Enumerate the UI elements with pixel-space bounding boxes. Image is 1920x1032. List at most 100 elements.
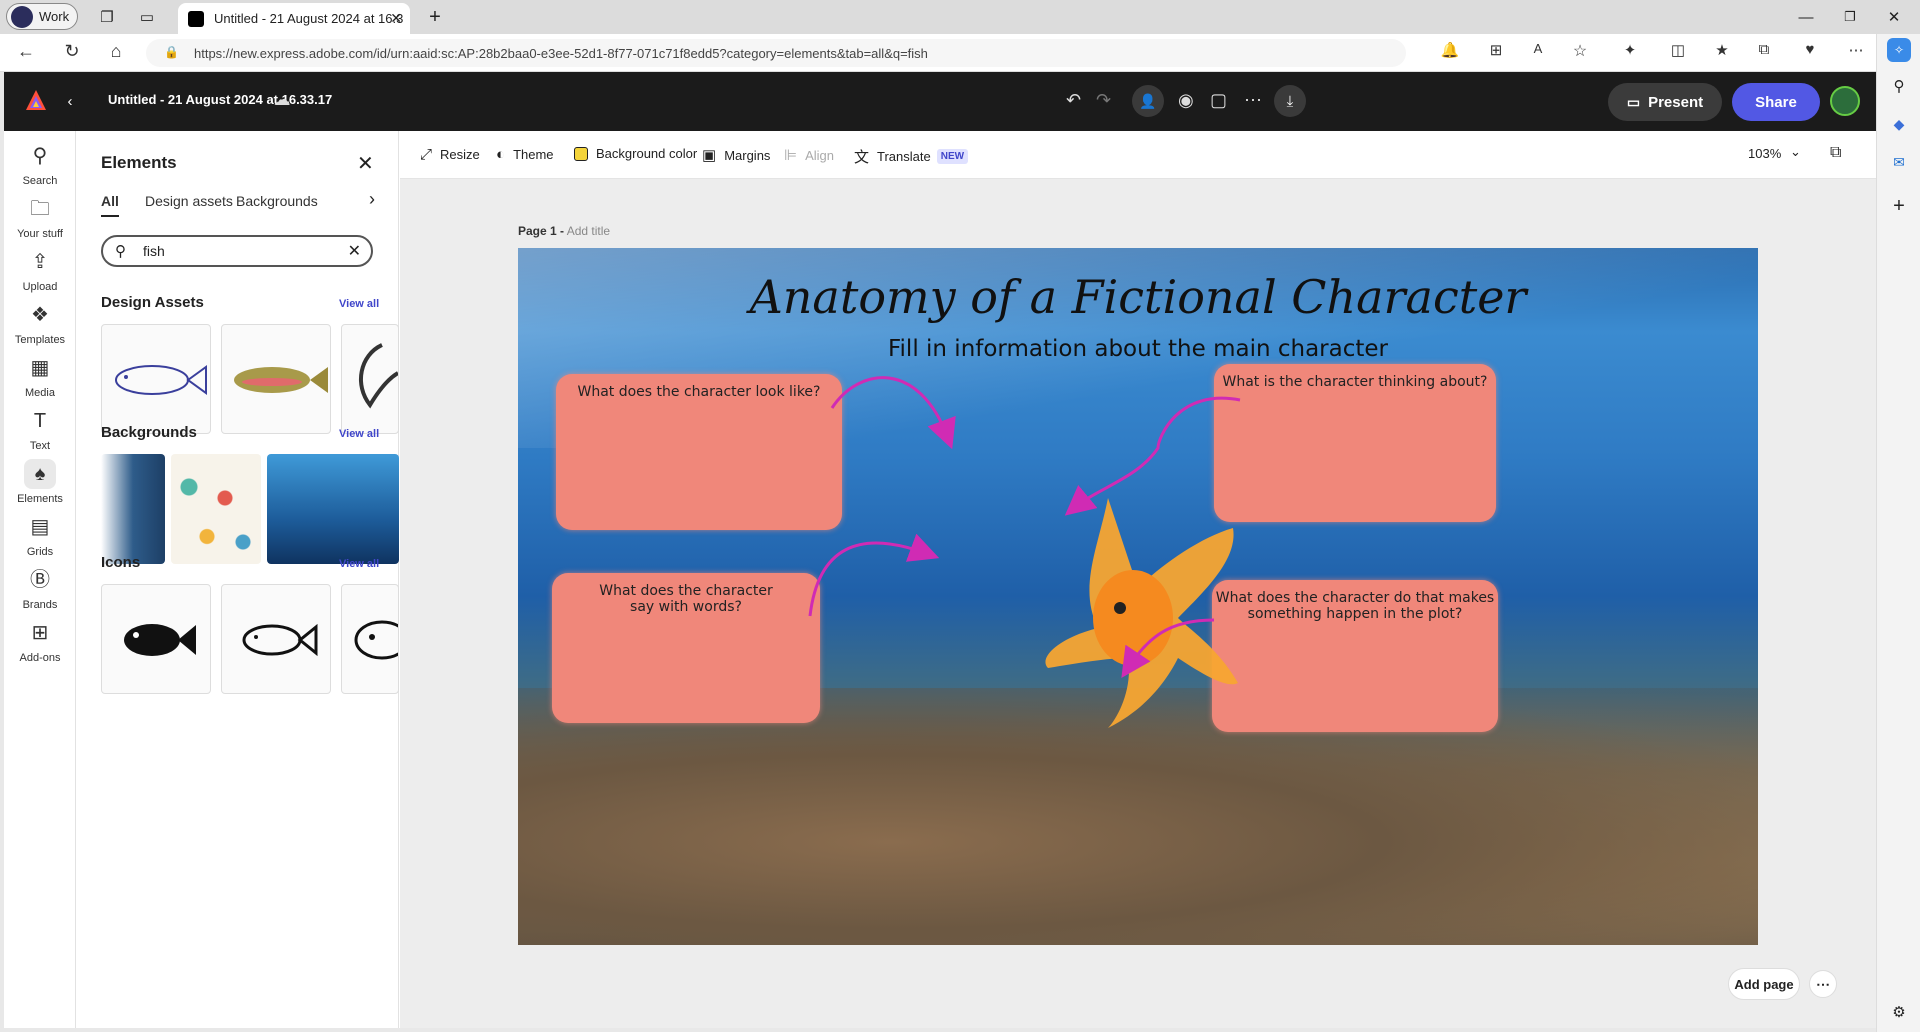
question-box-thinking[interactable]: What is the character thinking about?: [1214, 364, 1496, 522]
page-more-options-icon[interactable]: ⋯: [1809, 970, 1837, 998]
nav-item-grids[interactable]: ▤ Grids: [4, 512, 76, 558]
sidebar-search-icon[interactable]: ⚲: [1887, 74, 1911, 98]
sidebar-app-icon[interactable]: ◆: [1887, 112, 1911, 136]
layers-icon[interactable]: ⧉: [1830, 144, 1841, 162]
present-button[interactable]: ▭ Present: [1608, 83, 1722, 121]
user-avatar[interactable]: [1830, 86, 1860, 116]
tab-all[interactable]: All: [101, 193, 119, 217]
translate-icon: 文: [854, 149, 870, 166]
favorite-star-icon[interactable]: ☆: [1568, 41, 1592, 61]
icons-view-all-link[interactable]: View all: [339, 558, 379, 570]
nav-item-add-ons[interactable]: ⊞ Add-ons: [4, 618, 76, 664]
adobe-express-logo[interactable]: [22, 85, 50, 115]
notifications-icon[interactable]: 🔔: [1438, 41, 1462, 59]
comments-icon[interactable]: ▢: [1210, 90, 1227, 111]
back-icon[interactable]: ←: [14, 41, 38, 62]
design-asset-leaping-fish[interactable]: [341, 324, 399, 434]
close-window-icon[interactable]: ✕: [1884, 6, 1904, 28]
artboard-title[interactable]: Anatomy of a Fictional Character: [518, 270, 1758, 324]
question-box-plot[interactable]: What does the character do that makes so…: [1212, 580, 1498, 732]
outlook-icon[interactable]: ✉: [1887, 150, 1911, 174]
new-tab-icon[interactable]: +: [424, 6, 446, 28]
tabs-next-chevron-icon[interactable]: ›: [369, 189, 375, 210]
browser-essentials-icon[interactable]: ♥: [1798, 41, 1822, 58]
fish-solid-icon[interactable]: [101, 584, 211, 694]
copilot-icon[interactable]: ✧: [1887, 38, 1911, 62]
nav-item-label: Elements: [17, 493, 63, 505]
translate-button[interactable]: 文 Translate NEW: [854, 146, 969, 167]
app-available-icon[interactable]: ⊞: [1484, 41, 1508, 59]
undo-icon[interactable]: ↶: [1066, 90, 1081, 111]
page-label: Page 1 - Add title: [518, 224, 610, 238]
nav-item-text[interactable]: T Text: [4, 406, 76, 452]
goldfish-image[interactable]: [1038, 488, 1248, 728]
tab-actions-icon[interactable]: ▭: [136, 6, 158, 28]
profile-button[interactable]: Work: [6, 3, 78, 30]
nav-item-label: Brands: [22, 599, 58, 611]
nav-item-your-stuff[interactable]: 🗀 Your stuff: [4, 194, 76, 240]
share-button[interactable]: Share: [1732, 83, 1820, 121]
question-appearance-text: What does the character look like?: [577, 384, 821, 400]
nav-item-media[interactable]: ▦ Media: [4, 353, 76, 399]
add-sidebar-app-icon[interactable]: +: [1887, 194, 1911, 218]
suggestions-bulb-icon[interactable]: ◉: [1178, 90, 1194, 111]
read-aloud-icon[interactable]: A: [1526, 41, 1550, 56]
margins-button[interactable]: ▣ Margins: [702, 146, 770, 164]
theme-palette-icon: ◐: [496, 146, 506, 163]
favorites-icon[interactable]: ★: [1710, 41, 1734, 59]
media-icon: ▦: [30, 357, 50, 379]
background-sea-creatures-pattern[interactable]: [171, 454, 261, 564]
nav-item-elements[interactable]: ♠ Elements: [4, 459, 76, 505]
nav-item-search[interactable]: ⚲ Search: [4, 141, 76, 187]
document-title[interactable]: Untitled - 21 August 2024 at 16.33.17: [108, 92, 332, 107]
split-screen-icon[interactable]: ◫: [1666, 41, 1690, 59]
background-color-button[interactable]: Background color: [574, 146, 697, 161]
fish-line-icon[interactable]: [341, 584, 399, 694]
minimize-icon[interactable]: —: [1796, 6, 1816, 28]
search-input[interactable]: ⚲ fish ✕: [101, 235, 373, 267]
design-asset-trout[interactable]: [221, 324, 331, 434]
refresh-icon[interactable]: ↻: [60, 41, 84, 62]
align-button[interactable]: ⊫ Align: [784, 146, 834, 164]
url-field[interactable]: 🔒 https://new.express.adobe.com/id/urn:a…: [146, 39, 1406, 67]
extensions-icon[interactable]: ✦: [1618, 41, 1642, 59]
theme-button[interactable]: ◐ Theme: [496, 146, 554, 163]
fish-outline-icon[interactable]: [221, 584, 331, 694]
close-tab-icon[interactable]: ✕: [390, 10, 402, 27]
settings-more-icon[interactable]: ⋯: [1844, 41, 1868, 59]
add-title-link[interactable]: Add title: [567, 224, 610, 238]
more-options-icon[interactable]: ⋯: [1244, 90, 1262, 111]
zoom-dropdown-chevron-icon[interactable]: ⌄: [1790, 144, 1801, 160]
nav-item-brands[interactable]: Ⓑ Brands: [4, 565, 76, 611]
nav-item-templates[interactable]: ❖ Templates: [4, 300, 76, 346]
resize-button[interactable]: ⤢ Resize: [420, 146, 480, 163]
collections-icon[interactable]: ⧉: [1752, 41, 1776, 58]
tab-backgrounds[interactable]: Backgrounds: [236, 193, 318, 209]
zoom-level[interactable]: 103%: [1748, 146, 1781, 161]
backgrounds-view-all-link[interactable]: View all: [339, 428, 379, 440]
background-underwater-school[interactable]: [267, 454, 399, 564]
download-icon[interactable]: ⤓: [1274, 85, 1306, 117]
nav-item-label: Your stuff: [17, 228, 63, 240]
design-assets-view-all-link[interactable]: View all: [339, 298, 379, 310]
workspaces-icon[interactable]: ❐: [96, 6, 118, 28]
sidebar-settings-icon[interactable]: ⚙: [1887, 1000, 1911, 1024]
nav-item-upload[interactable]: ⇪ Upload: [4, 247, 76, 293]
redo-icon[interactable]: ↷: [1096, 90, 1111, 111]
panel-close-icon[interactable]: ✕: [357, 151, 374, 176]
background-watercolor-fish[interactable]: [101, 454, 165, 564]
question-box-words[interactable]: What does the character say with words?: [552, 573, 820, 723]
browser-tab-active[interactable]: Untitled - 21 August 2024 at 16.3 ✕: [178, 3, 410, 34]
tab-design-assets[interactable]: Design assets: [145, 193, 233, 209]
back-chevron-icon[interactable]: ‹: [62, 90, 78, 112]
question-box-appearance[interactable]: What does the character look like?: [556, 374, 842, 530]
home-icon[interactable]: ⌂: [104, 41, 128, 62]
artboard-page[interactable]: Anatomy of a Fictional Character Fill in…: [518, 248, 1758, 945]
add-page-button[interactable]: Add page: [1728, 968, 1800, 1000]
restore-icon[interactable]: ❐: [1840, 6, 1860, 28]
search-icon: ⚲: [115, 243, 126, 260]
clear-search-icon[interactable]: ✕: [348, 241, 361, 261]
design-asset-fish-sketch[interactable]: [101, 324, 211, 434]
invite-collaborator-icon[interactable]: 👤: [1132, 85, 1164, 117]
artboard-subtitle[interactable]: Fill in information about the main chara…: [518, 336, 1758, 362]
